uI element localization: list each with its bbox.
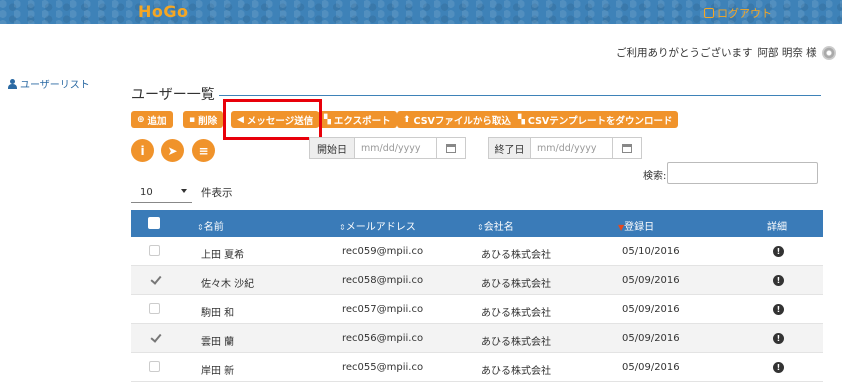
info-detail-icon[interactable]: ! xyxy=(773,304,784,315)
calendar-icon xyxy=(446,143,456,153)
row-checkbox[interactable] xyxy=(149,274,160,285)
sort-icon: ⇕ xyxy=(477,223,484,232)
table-row[interactable]: 佐々木 沙紀 rec058@mpii.co あひる株式会社 05/09/2016! xyxy=(131,266,823,295)
cell-company: あひる株式会社 xyxy=(481,337,551,348)
table-row[interactable]: 上田 夏希 rec059@mpii.co あひる株式会社 05/10/2016! xyxy=(131,237,823,266)
cell-email: rec056@mpii.co xyxy=(342,333,424,344)
table-row[interactable]: 岸田 新 rec055@mpii.co あひる株式会社 05/09/2016! xyxy=(131,353,823,382)
app-logo[interactable]: HoGo xyxy=(138,2,189,21)
page-length-label: 件表示 xyxy=(201,187,233,199)
csv-import-button-label: CSVファイルから取込 xyxy=(413,115,511,127)
caret-down-icon xyxy=(181,189,187,193)
start-date-calendar-button[interactable] xyxy=(436,137,466,159)
row-checkbox[interactable] xyxy=(149,245,160,256)
sidebar-item-user-list[interactable]: ユーザーリスト xyxy=(8,76,90,91)
top-navbar: HoGo ログアウト xyxy=(0,0,842,24)
cell-email: rec055@mpii.co xyxy=(342,362,424,373)
column-header-date[interactable]: ▼登録日 xyxy=(618,218,654,233)
column-header-email[interactable]: ⇕メールアドレス xyxy=(339,218,416,233)
info-detail-icon[interactable]: ! xyxy=(773,333,784,344)
gear-icon[interactable] xyxy=(821,45,836,60)
add-button-label: 追加 xyxy=(147,115,167,127)
cell-name: 駒田 和 xyxy=(201,308,235,319)
page-length-select[interactable]: 10 xyxy=(131,183,192,203)
document-icon: ≡ xyxy=(198,143,209,158)
export-button-label: エクスポート xyxy=(333,115,391,127)
info-detail-icon[interactable]: ! xyxy=(773,362,784,373)
delete-button[interactable]: ▪ 削除 xyxy=(183,111,224,128)
cell-email: rec059@mpii.co xyxy=(342,246,424,257)
start-date-label: 開始日 xyxy=(309,137,355,159)
cell-name: 雲田 蘭 xyxy=(201,337,235,348)
info-circle-button[interactable]: i xyxy=(131,139,154,162)
csv-template-button-label: CSVテンプレートをダウンロード xyxy=(527,115,673,127)
send-circle-button[interactable]: ➤ xyxy=(161,139,184,162)
document-circle-button[interactable]: ≡ xyxy=(192,139,215,162)
cell-name: 岸田 新 xyxy=(201,366,235,377)
logout-link[interactable]: ログアウト xyxy=(704,5,772,21)
highlight-box xyxy=(223,99,322,140)
csv-import-button[interactable]: ⬆ CSVファイルから取込 xyxy=(397,111,517,128)
title-divider xyxy=(219,95,821,96)
delete-button-label: 削除 xyxy=(198,115,218,127)
logout-label: ログアウト xyxy=(717,7,772,20)
cell-date: 05/09/2016 xyxy=(622,304,680,315)
cell-company: あひる株式会社 xyxy=(481,366,551,377)
cell-company: あひる株式会社 xyxy=(481,279,551,290)
cell-email: rec057@mpii.co xyxy=(342,304,424,315)
cell-date: 05/09/2016 xyxy=(622,333,680,344)
calendar-icon xyxy=(622,143,632,153)
user-name: 阿部 明奈 様 xyxy=(757,47,817,59)
sort-icon: ⇕ xyxy=(339,223,346,232)
cell-date: 05/10/2016 xyxy=(622,246,680,257)
search-label: 検索: xyxy=(643,171,667,182)
row-checkbox[interactable] xyxy=(149,303,160,314)
cell-email: rec058@mpii.co xyxy=(342,275,424,286)
info-icon: i xyxy=(140,143,145,158)
send-icon: ➤ xyxy=(167,143,178,158)
end-date-calendar-button[interactable] xyxy=(612,137,642,159)
column-header-detail: 詳細 xyxy=(767,222,787,233)
sort-icon: ⇕ xyxy=(197,223,204,232)
page-title: ユーザー一覧 xyxy=(131,87,215,103)
download-file-icon: ▚ xyxy=(518,114,525,125)
plus-circle-icon: ⊕ xyxy=(137,114,145,125)
table-row[interactable]: 雲田 蘭 rec056@mpii.co あひる株式会社 05/09/2016! xyxy=(131,324,823,353)
row-checkbox[interactable] xyxy=(149,332,160,343)
select-all-checkbox[interactable] xyxy=(148,217,160,229)
trash-icon: ▪ xyxy=(189,114,196,125)
export-icon: ▚ xyxy=(324,114,331,125)
cell-company: あひる株式会社 xyxy=(481,250,551,261)
info-detail-icon[interactable]: ! xyxy=(773,275,784,286)
table-row[interactable]: 駒田 和 rec057@mpii.co あひる株式会社 05/09/2016! xyxy=(131,295,823,324)
start-date-input[interactable]: mm/dd/yyyy xyxy=(354,137,437,159)
user-icon xyxy=(8,78,17,89)
column-header-company[interactable]: ⇕会社名 xyxy=(477,218,514,233)
csv-template-download-button[interactable]: ▚ CSVテンプレートをダウンロード xyxy=(512,111,679,128)
logout-icon xyxy=(704,8,714,18)
cell-date: 05/09/2016 xyxy=(622,362,680,373)
cell-company: あひる株式会社 xyxy=(481,308,551,319)
user-greeting: ご利用ありがとうございます 阿部 明奈 様 xyxy=(616,45,836,60)
info-detail-icon[interactable]: ! xyxy=(773,246,784,257)
end-date-label: 終了日 xyxy=(488,137,531,159)
add-button[interactable]: ⊕ 追加 xyxy=(131,111,173,128)
column-header-name[interactable]: ⇕名前 xyxy=(197,218,224,233)
end-date-input[interactable]: mm/dd/yyyy xyxy=(530,137,613,159)
cell-name: 佐々木 沙紀 xyxy=(201,279,255,290)
sidebar-item-label: ユーザーリスト xyxy=(20,80,90,91)
cell-date: 05/09/2016 xyxy=(622,275,680,286)
page-length-value: 10 xyxy=(140,187,153,198)
upload-icon: ⬆ xyxy=(403,114,411,125)
export-button[interactable]: ▚ エクスポート xyxy=(318,111,397,128)
search-input[interactable] xyxy=(667,162,818,184)
table-header: ⇕名前 ⇕メールアドレス ⇕会社名 ▼登録日 詳細 xyxy=(131,210,823,237)
cell-name: 上田 夏希 xyxy=(201,250,245,261)
greeting-text: ご利用ありがとうございます xyxy=(616,47,753,59)
row-checkbox[interactable] xyxy=(149,361,160,372)
